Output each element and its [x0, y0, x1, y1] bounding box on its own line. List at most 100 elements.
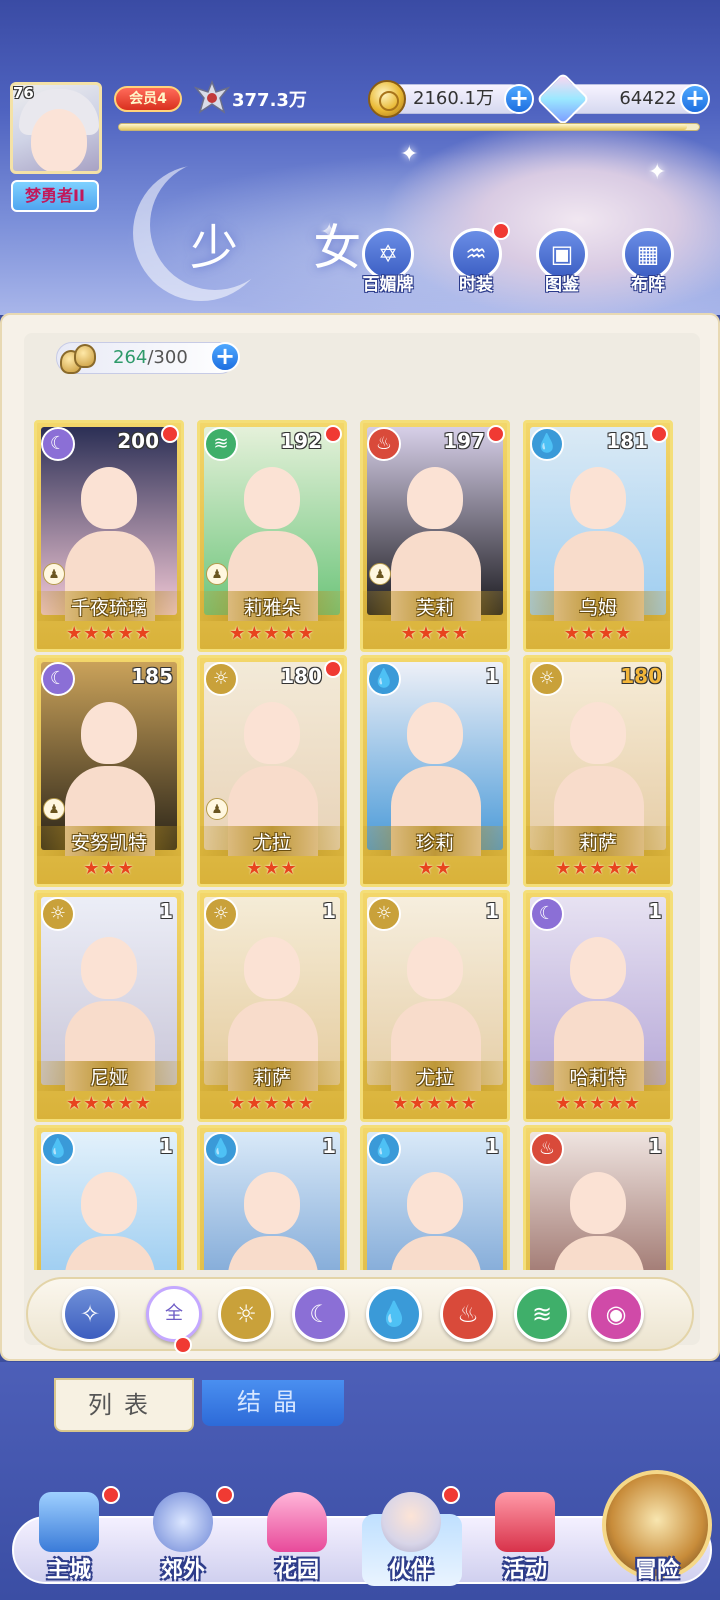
nav-events[interactable]: 活动	[470, 1486, 580, 1586]
gold-amount: 2160.1万	[413, 88, 494, 109]
portrait-face	[570, 702, 626, 764]
portrait-face	[407, 937, 463, 999]
partner-card[interactable]: ≋ 192 ♟ 莉雅朵 ★★★★★	[197, 420, 347, 652]
partner-card[interactable]: ☾ 1 哈莉特 ★★★★★	[523, 890, 673, 1122]
filter-dark-icon[interactable]: ◉	[588, 1286, 644, 1342]
card-deck-button[interactable]: ✡ 百媚牌	[352, 228, 424, 300]
codex-button[interactable]: ▣ 图鉴	[526, 228, 598, 300]
formation-button[interactable]: ▦ 布阵	[612, 228, 684, 300]
filter-wind-icon[interactable]: ≋	[514, 1286, 570, 1342]
combat-power: 377.3万	[232, 90, 307, 111]
filter-fire-icon[interactable]: ♨	[440, 1286, 496, 1342]
water-element-icon: 💧	[367, 662, 401, 696]
moon-element-icon: ☾	[530, 897, 564, 931]
card-stars: ★★★★★	[555, 1093, 641, 1114]
partner-grid[interactable]: ☾ 200 ♟ 千夜琉璃 ★★★★★ ≋ 192 ♟ 莉雅朵 ★★★★★ ♨ 197 ♟ 芙莉 ★★★★ 💧 1…	[34, 420, 686, 1270]
formation-label: 布阵	[631, 275, 665, 295]
card-level: 192	[280, 429, 322, 453]
card-stars: ★★	[417, 858, 453, 879]
card-name: 芙莉	[415, 597, 454, 619]
nav-outskirts-label: 郊外	[160, 1558, 205, 1583]
card-level: 1	[485, 1134, 499, 1158]
partner-card[interactable]: ♨ 1	[523, 1125, 673, 1270]
portrait-face	[244, 467, 300, 529]
partner-card[interactable]: 💧 181 乌姆 ★★★★	[523, 420, 673, 652]
partner-card[interactable]: ☼ 180 莉萨 ★★★★★	[523, 655, 673, 887]
notification-dot	[487, 425, 505, 443]
card-stars: ★★★★	[563, 623, 633, 644]
costume-button[interactable]: ♒ 时装	[440, 222, 512, 300]
partner-card[interactable]: ☼ 180 ♟ 尤拉 ★★★	[197, 655, 347, 887]
partner-card[interactable]: ☼ 1 莉萨 ★★★★★	[197, 890, 347, 1122]
card-name: 千夜琉璃	[70, 597, 147, 619]
water-element-icon: 💧	[530, 427, 564, 461]
light-element-icon: ☼	[367, 897, 401, 931]
moon-element-icon: ☾	[41, 662, 75, 696]
portrait-body	[65, 1236, 155, 1270]
filter-all-button[interactable]: 全	[146, 1286, 202, 1342]
portrait-face	[407, 702, 463, 764]
partner-card[interactable]: 💧 1	[197, 1125, 347, 1270]
filter-light-icon[interactable]: ☼	[218, 1286, 274, 1342]
portal-icon	[153, 1492, 213, 1552]
nav-garden[interactable]: 花园	[242, 1486, 352, 1586]
notification-dot	[492, 222, 510, 240]
nav-partner[interactable]: 伙伴	[356, 1486, 466, 1586]
partner-card[interactable]: 💧 1	[34, 1125, 184, 1270]
portrait-face	[81, 937, 137, 999]
partner-portrait-icon	[381, 1492, 441, 1552]
card-name: 尤拉	[252, 832, 291, 854]
partner-card[interactable]: ♨ 197 ♟ 芙莉 ★★★★	[360, 420, 510, 652]
card-stars: ★★★★★	[555, 858, 641, 879]
water-element-icon: 💧	[367, 1132, 401, 1166]
gold-coin-icon	[368, 80, 406, 118]
capacity-current: 264	[113, 347, 148, 368]
codex-label: 图鉴	[545, 275, 579, 295]
avatar-face	[31, 109, 87, 171]
card-level: 180	[280, 664, 322, 688]
tab-crystal[interactable]: 结晶	[202, 1380, 344, 1426]
nav-partner-label: 伙伴	[388, 1558, 433, 1583]
filter-moon-icon[interactable]: ☾	[292, 1286, 348, 1342]
portrait-face	[244, 937, 300, 999]
fire-element-icon: ♨	[530, 1132, 564, 1166]
expand-capacity-button[interactable]: +	[210, 342, 240, 372]
tab-list[interactable]: 列表	[54, 1378, 194, 1432]
nav-adventure[interactable]: 冒险	[602, 1486, 712, 1586]
card-level: 185	[131, 664, 173, 688]
notification-dot	[174, 1336, 192, 1354]
card-name: 安努凯特	[70, 832, 147, 854]
formation-pawn-icon: ♟	[206, 798, 228, 820]
sort-star-icon[interactable]: ✧	[62, 1286, 118, 1342]
nav-events-label: 活动	[502, 1558, 547, 1583]
filter-all-label: 全	[165, 1303, 183, 1324]
portrait-face	[570, 1172, 626, 1234]
nav-outskirts[interactable]: 郊外	[128, 1486, 238, 1586]
capacity-max: /300	[147, 347, 188, 368]
nav-main-city[interactable]: 主城	[14, 1486, 124, 1586]
portrait-face	[570, 467, 626, 529]
card-name: 莉萨	[252, 1067, 291, 1089]
card-level: 1	[485, 664, 499, 688]
formation-pawn-icon: ♟	[369, 563, 391, 585]
portrait-body	[554, 1236, 644, 1270]
card-level: 1	[485, 899, 499, 923]
card-name: 尤拉	[415, 1067, 454, 1089]
card-level: 1	[159, 1134, 173, 1158]
partner-card[interactable]: ☼ 1 尼娅 ★★★★★	[34, 890, 184, 1122]
partner-card[interactable]: ☾ 185 ♟ 安努凯特 ★★★	[34, 655, 184, 887]
formation-pawn-icon: ♟	[43, 798, 65, 820]
partner-card[interactable]: ☾ 200 ♟ 千夜琉璃 ★★★★★	[34, 420, 184, 652]
partner-card[interactable]: 💧 1	[360, 1125, 510, 1270]
filter-water-icon[interactable]: 💧	[366, 1286, 422, 1342]
partner-card[interactable]: 💧 1 珍莉 ★★	[360, 655, 510, 887]
water-element-icon: 💧	[204, 1132, 238, 1166]
player-nickname[interactable]: 梦勇者II	[11, 180, 99, 212]
card-level: 200	[117, 429, 159, 453]
add-gems-button[interactable]: +	[680, 84, 710, 114]
add-gold-button[interactable]: +	[504, 84, 534, 114]
notification-dot	[324, 425, 342, 443]
card-level: 180	[620, 664, 662, 688]
partner-card[interactable]: ☼ 1 尤拉 ★★★★★	[360, 890, 510, 1122]
vip-badge[interactable]: 会员4	[114, 86, 182, 112]
